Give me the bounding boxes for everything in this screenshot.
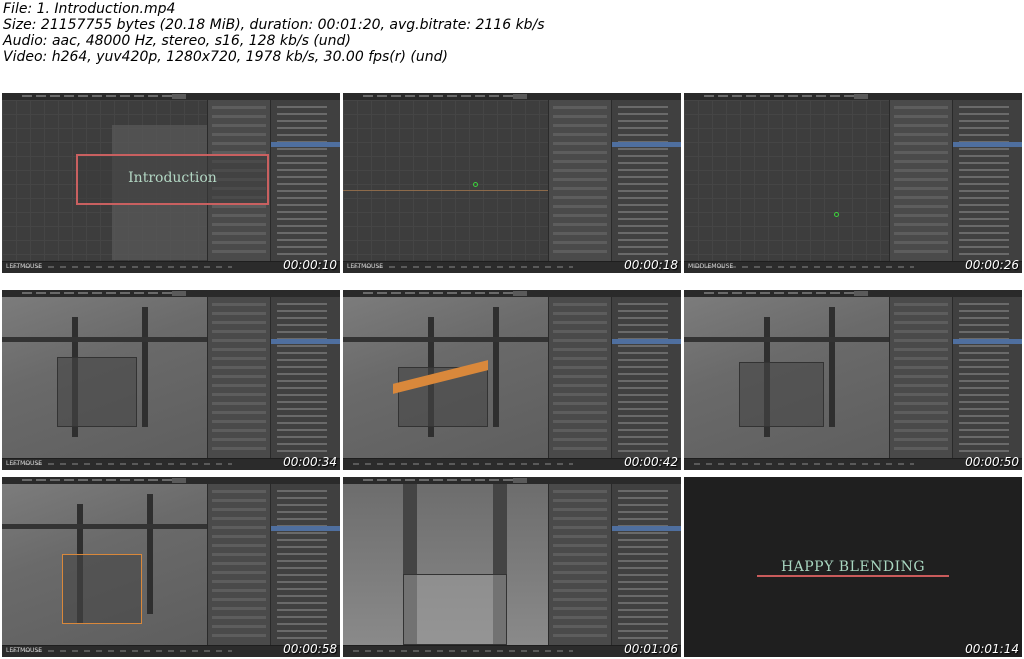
thumbnail[interactable]: 00:00:50 [684,290,1022,470]
outliner-panel [270,484,340,645]
thumbnail[interactable]: Introduction LEFTMOUSE 00:00:10 [2,93,340,273]
outliner-panel [611,297,681,458]
thumbnail[interactable]: LEFTMOUSE 00:00:18 [343,93,681,273]
title-underline [757,575,949,577]
title-overlay: Introduction [128,170,217,186]
viewport-label: MIDDLEMOUSE [688,263,734,270]
properties-panel [548,484,611,645]
viewport-label: LEFTMOUSE [6,460,43,467]
closing-title: HAPPY BLENDING [780,559,926,575]
properties-panel [207,484,270,645]
viewport [684,297,889,458]
outliner-panel [270,297,340,458]
file-info: File: 1. Introduction.mp4 Size: 21157755… [3,1,703,65]
blender-topbar [684,290,1022,297]
viewport [343,484,548,645]
properties-panel [207,297,270,458]
audio-info: Audio: aac, 48000 Hz, stereo, s16, 128 k… [3,33,351,49]
timestamp: 00:00:10 [283,258,337,272]
viewport-label: LEFTMOUSE [6,263,43,270]
properties-panel [548,100,611,261]
viewport-label: LEFTMOUSE [347,263,384,270]
file-name: File: 1. Introduction.mp4 [3,1,176,17]
properties-panel [548,297,611,458]
viewport [2,297,207,458]
timestamp: 00:00:50 [965,455,1019,469]
thumbnail[interactable]: 00:00:42 [343,290,681,470]
blender-topbar [2,477,340,484]
thumbnail[interactable]: LEFTMOUSE 00:00:34 [2,290,340,470]
outliner-panel [270,100,340,261]
thumbnail[interactable]: LEFTMOUSE 00:00:58 [2,477,340,657]
thumbnail[interactable]: 00:01:06 [343,477,681,657]
viewport [343,297,548,458]
viewport [343,100,548,261]
video-info: Video: h264, yuv420p, 1280x720, 1978 kb/… [3,49,448,65]
viewport-label: LEFTMOUSE [6,647,43,654]
outliner-panel [952,100,1022,261]
viewport [2,484,207,645]
blender-topbar [2,93,340,100]
timestamp: 00:00:34 [283,455,337,469]
timestamp: 00:01:14 [965,642,1019,656]
viewport [684,100,889,261]
timestamp: 00:00:58 [283,642,337,656]
blender-topbar [343,477,681,484]
blender-topbar [2,290,340,297]
timestamp: 00:00:42 [624,455,678,469]
thumbnail[interactable]: HAPPY BLENDING 00:01:14 [684,477,1022,657]
outliner-panel [611,484,681,645]
blender-topbar [684,93,1022,100]
blender-topbar [343,290,681,297]
properties-panel [889,100,952,261]
timestamp: 00:00:18 [624,258,678,272]
timestamp: 00:00:26 [965,258,1019,272]
thumbnail[interactable]: MIDDLEMOUSE 00:00:26 [684,93,1022,273]
outliner-panel [611,100,681,261]
blender-topbar [343,93,681,100]
file-size: Size: 21157755 bytes (20.18 MiB), durati… [3,17,545,33]
outliner-panel [952,297,1022,458]
properties-panel [889,297,952,458]
timestamp: 00:01:06 [624,642,678,656]
